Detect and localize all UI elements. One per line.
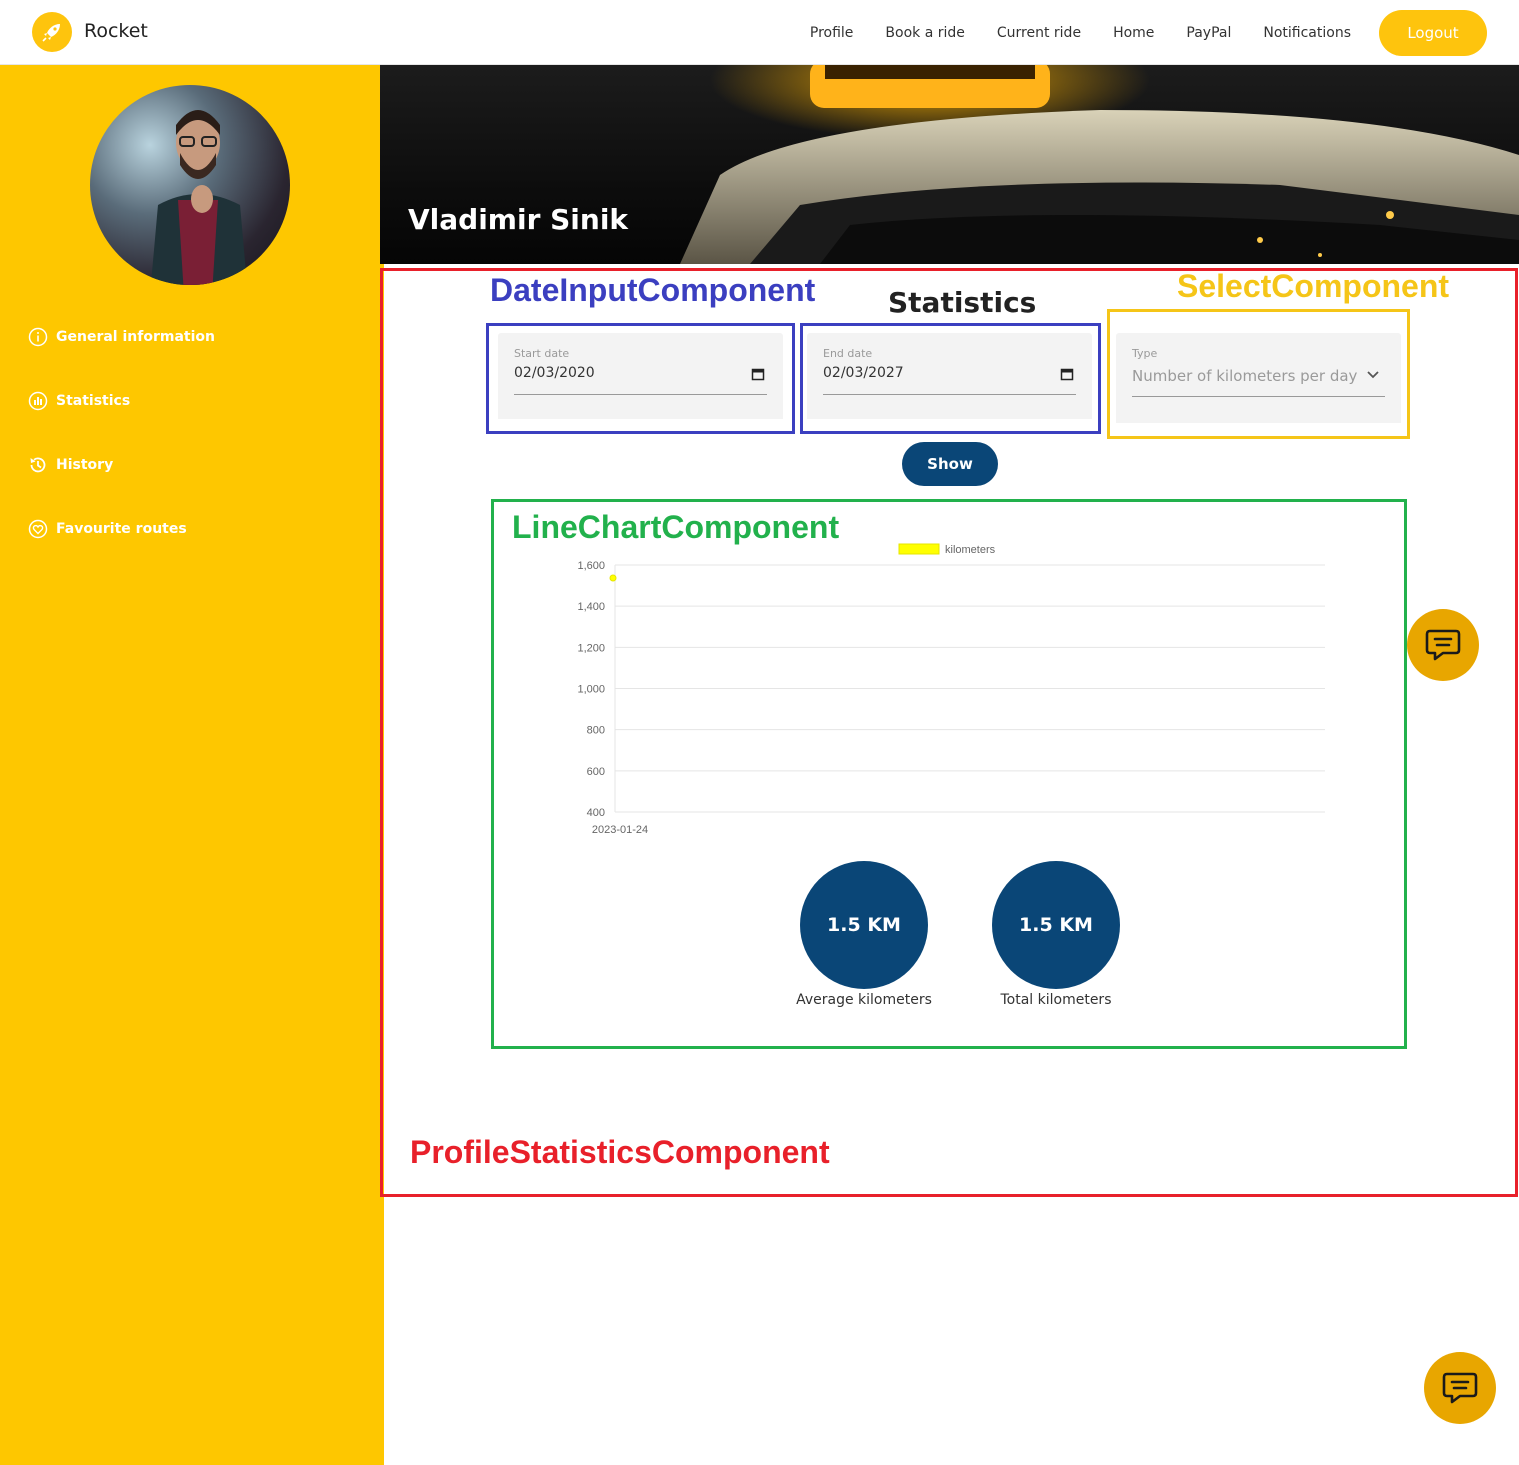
type-select-value[interactable]: Number of kilometers per day xyxy=(1132,367,1357,385)
profile-banner: Vladimir Sinik xyxy=(380,65,1519,264)
nav-home[interactable]: Home xyxy=(1113,25,1154,41)
average-kilometers-circle: 1.5 KM xyxy=(800,861,928,989)
start-date-field[interactable]: Start date 02/03/2020 xyxy=(498,333,783,419)
sidebar-item-label: Favourite routes xyxy=(56,521,187,537)
history-icon xyxy=(30,457,46,473)
top-navbar: Rocket Profile Book a ride Current ride … xyxy=(0,0,1519,65)
legend-label: kilometers xyxy=(945,544,996,556)
sidebar-item-label: Statistics xyxy=(56,393,131,409)
chart-y-ticks: 1,600 1,400 1,200 1,000 800 600 400 xyxy=(577,560,605,819)
start-date-label: Start date xyxy=(514,347,570,360)
sidebar-item-history[interactable]: History xyxy=(28,455,113,475)
y-tick-label: 400 xyxy=(587,807,605,819)
end-date-label: End date xyxy=(823,347,873,360)
avatar-person-image xyxy=(150,110,248,285)
profile-sidebar: General information Statistics History F… xyxy=(0,65,384,1465)
total-kilometers-circle: 1.5 KM xyxy=(992,861,1120,989)
avatar xyxy=(90,85,290,285)
main-nav: Profile Book a ride Current ride Home Pa… xyxy=(778,10,1487,56)
sidebar-item-label: History xyxy=(56,457,114,473)
chart-icon xyxy=(28,391,48,411)
chart-data-point xyxy=(609,574,617,582)
x-tick-label: 2023-01-24 xyxy=(592,824,648,836)
y-tick-label: 1,000 xyxy=(577,684,605,696)
chat-icon xyxy=(1442,1372,1478,1404)
nav-paypal[interactable]: PayPal xyxy=(1186,25,1231,41)
line-chart: 1,600 1,400 1,200 1,000 800 600 400 2023-01-24… xyxy=(577,543,1325,836)
sidebar-item-general-information[interactable]: General information xyxy=(28,327,215,347)
type-select-underline xyxy=(1132,396,1385,397)
nav-notifications[interactable]: Notifications xyxy=(1263,25,1351,41)
chart-legend: kilometers xyxy=(898,543,996,556)
calendar-icon[interactable] xyxy=(751,367,765,381)
chevron-down-icon[interactable] xyxy=(1367,371,1379,379)
chart-x-ticks: 2023-01-24 xyxy=(592,824,648,836)
statistics-title: Statistics xyxy=(888,286,1037,319)
y-tick-label: 1,400 xyxy=(577,601,605,613)
end-date-underline xyxy=(823,394,1076,395)
end-date-field[interactable]: End date 02/03/2027 xyxy=(807,333,1092,419)
brand-name[interactable]: Rocket xyxy=(84,20,148,42)
chat-button-bottom[interactable] xyxy=(1424,1352,1496,1424)
chat-icon xyxy=(1425,629,1461,661)
sidebar-item-statistics[interactable]: Statistics xyxy=(28,391,130,411)
total-kilometers-label: Total kilometers xyxy=(1000,992,1112,1008)
type-select[interactable]: Type Number of kilometers per day xyxy=(1116,333,1401,423)
profile-name: Vladimir Sinik xyxy=(408,203,629,236)
y-tick-label: 1,200 xyxy=(577,642,605,654)
select-annotation-label: SelectComponent xyxy=(1177,268,1450,304)
type-select-label: Type xyxy=(1132,347,1158,360)
y-tick-label: 1,600 xyxy=(577,560,605,572)
chat-button[interactable] xyxy=(1407,609,1479,681)
nav-current-ride[interactable]: Current ride xyxy=(997,25,1081,41)
chart-points xyxy=(609,574,617,582)
y-tick-label: 800 xyxy=(587,725,605,737)
date-input-annotation-label: DateInputComponent xyxy=(490,272,816,308)
chart-grid xyxy=(614,564,1325,813)
y-tick-label: 600 xyxy=(587,766,605,778)
show-button[interactable]: Show xyxy=(902,442,998,486)
sidebar-item-label: General information xyxy=(56,329,215,345)
sidebar-item-favourite-routes[interactable]: Favourite routes xyxy=(28,519,187,539)
nav-book-a-ride[interactable]: Book a ride xyxy=(885,25,964,41)
profile-statistics-annotation-label: ProfileStatisticsComponent xyxy=(410,1134,830,1170)
logout-button[interactable]: Logout xyxy=(1379,10,1487,56)
info-icon xyxy=(28,327,48,347)
heart-icon xyxy=(28,519,48,539)
start-date-underline xyxy=(514,394,767,395)
start-date-value[interactable]: 02/03/2020 xyxy=(514,365,595,381)
legend-swatch xyxy=(898,543,940,555)
average-kilometers-label: Average kilometers xyxy=(796,992,932,1008)
calendar-icon[interactable] xyxy=(1060,367,1074,381)
end-date-value[interactable]: 02/03/2027 xyxy=(823,365,904,381)
rocket-logo-icon[interactable] xyxy=(32,12,72,52)
nav-profile[interactable]: Profile xyxy=(810,25,854,41)
